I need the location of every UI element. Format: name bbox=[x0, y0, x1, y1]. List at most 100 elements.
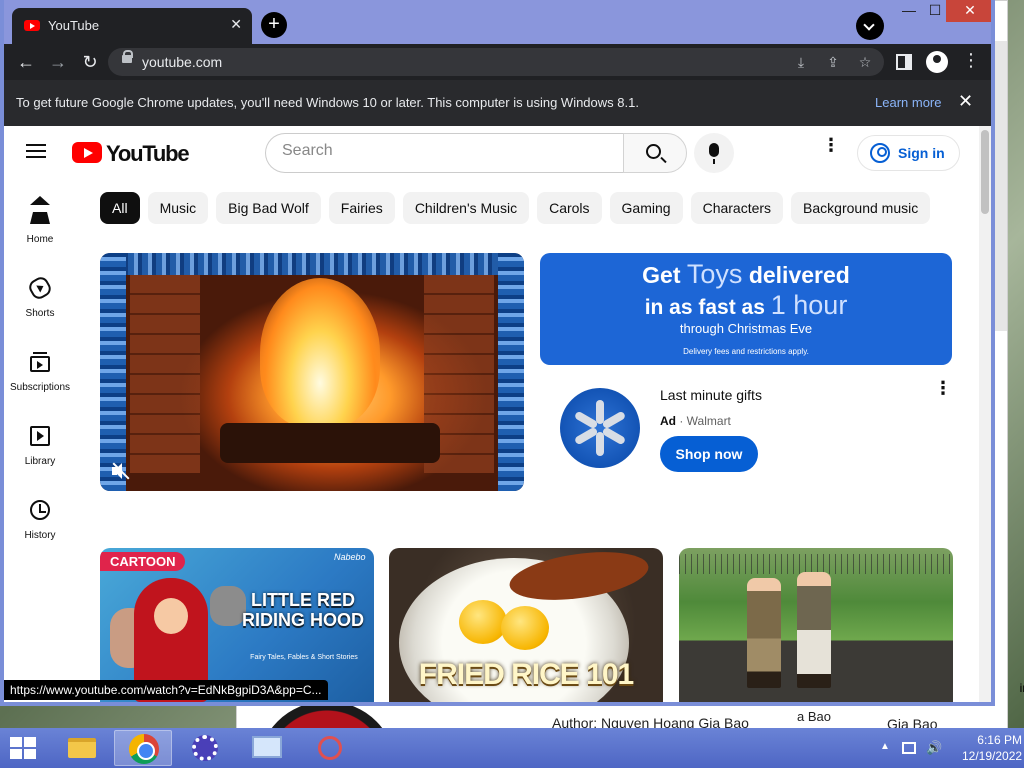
spark-ray bbox=[596, 432, 604, 456]
featured-video-fireplace[interactable] bbox=[100, 253, 524, 491]
chrome-window: YouTube ✕ + — ☐ ✕ ← → ↻ youtube.com ⤓ ⇪ … bbox=[0, 0, 995, 706]
taskbar-file-explorer[interactable] bbox=[52, 730, 110, 766]
chip-music[interactable]: Music bbox=[147, 192, 209, 224]
new-tab-button[interactable]: + bbox=[261, 12, 287, 38]
tab-search-button[interactable] bbox=[856, 12, 884, 40]
windows-logo-pane bbox=[24, 749, 36, 759]
reload-button[interactable]: ↻ bbox=[78, 50, 102, 74]
fireplace-bricks bbox=[130, 273, 200, 473]
lock-icon[interactable] bbox=[122, 50, 133, 63]
snipping-tool-icon bbox=[318, 736, 342, 760]
chip-characters[interactable]: Characters bbox=[690, 192, 784, 224]
girl-face bbox=[154, 598, 188, 634]
ad-separator: · bbox=[676, 414, 687, 428]
ad-more-icon[interactable]: ⋮ bbox=[934, 379, 952, 397]
start-button[interactable] bbox=[10, 737, 36, 759]
microphone-icon bbox=[709, 143, 719, 164]
guide-item-history[interactable]: History bbox=[4, 500, 76, 570]
person-figure bbox=[747, 578, 781, 688]
search-icon bbox=[646, 144, 661, 159]
guide-item-label: Subscriptions bbox=[9, 382, 71, 393]
tab-close-icon[interactable]: ✕ bbox=[230, 16, 242, 33]
library-icon bbox=[30, 426, 50, 446]
chip-childrens-music[interactable]: Children's Music bbox=[402, 192, 530, 224]
learn-more-link[interactable]: Learn more bbox=[875, 95, 941, 110]
garland-decoration bbox=[100, 253, 524, 275]
person-figure bbox=[797, 572, 831, 688]
page-scrollbar[interactable] bbox=[979, 126, 991, 702]
side-panel-icon[interactable] bbox=[896, 54, 912, 70]
address-bar[interactable]: youtube.com ⤓ ⇪ ☆ bbox=[108, 48, 884, 76]
thumbnail-title: FRIED RICE 101 bbox=[418, 658, 634, 691]
chip-background-music[interactable]: Background music bbox=[791, 192, 931, 224]
settings-more-icon[interactable]: ⋮ bbox=[822, 136, 840, 154]
display-icon bbox=[252, 736, 282, 758]
ad-badge: Ad bbox=[660, 414, 676, 428]
infobar-message: To get future Google Chrome updates, you… bbox=[16, 95, 639, 110]
browser-toolbar: ← → ↻ youtube.com ⤓ ⇪ ☆ ⋮ bbox=[4, 44, 991, 80]
taskbar-snipping-tool[interactable] bbox=[300, 730, 358, 766]
system-tray: ▲ 🔊 6:16 PM 12/19/2022 bbox=[864, 728, 1024, 768]
search-input[interactable] bbox=[282, 142, 602, 160]
guide-menu-icon[interactable] bbox=[26, 144, 46, 158]
sign-in-button[interactable]: Sign in bbox=[857, 135, 960, 171]
youtube-play-icon bbox=[72, 142, 102, 163]
gear-icon bbox=[192, 735, 218, 761]
ad-title[interactable]: Last minute gifts bbox=[660, 387, 762, 403]
shop-now-button[interactable]: Shop now bbox=[660, 436, 758, 472]
scrollbar-thumb[interactable] bbox=[981, 130, 989, 214]
volume-icon[interactable]: 🔊 bbox=[926, 740, 942, 756]
chip-carols[interactable]: Carols bbox=[537, 192, 602, 224]
ad-meta: Ad · Walmart bbox=[660, 414, 731, 428]
guide-item-subscriptions[interactable]: Subscriptions bbox=[4, 352, 76, 422]
spark-ray bbox=[573, 426, 599, 446]
mute-slash bbox=[112, 462, 130, 480]
guide-item-shorts[interactable]: Shorts bbox=[4, 274, 76, 348]
guide-item-library[interactable]: Library bbox=[4, 426, 76, 496]
video-thumbnail-zookeepers[interactable] bbox=[679, 548, 953, 702]
channel-brand: Nabebo bbox=[334, 552, 366, 562]
taskbar-display[interactable] bbox=[238, 730, 296, 766]
search-box[interactable] bbox=[265, 133, 623, 173]
chrome-icon bbox=[129, 734, 159, 764]
network-icon[interactable] bbox=[902, 742, 916, 754]
chip-big-bad-wolf[interactable]: Big Bad Wolf bbox=[216, 192, 321, 224]
filter-chip-bar: All Music Big Bad Wolf Fairies Children's Mu… bbox=[100, 192, 972, 224]
search-button[interactable] bbox=[623, 133, 687, 173]
tab-youtube[interactable]: YouTube ✕ bbox=[12, 8, 252, 44]
infobar-close-icon[interactable]: ✕ bbox=[958, 91, 973, 112]
windows-logo-pane bbox=[10, 749, 22, 759]
windows-logo-pane bbox=[24, 737, 36, 747]
subscriptions-icon bbox=[30, 352, 50, 372]
share-icon[interactable]: ⇪ bbox=[824, 53, 842, 71]
video-thumbnail-red-riding-hood[interactable]: CARTOON Nabebo LITTLE RED RIDING HOOD Fa… bbox=[100, 548, 374, 702]
url-text[interactable]: youtube.com bbox=[142, 54, 222, 70]
close-window-button[interactable]: ✕ bbox=[946, 0, 991, 22]
chip-gaming[interactable]: Gaming bbox=[609, 192, 683, 224]
forward-button[interactable]: → bbox=[46, 50, 70, 74]
clock-time: 6:16 PM bbox=[977, 733, 1022, 747]
install-icon[interactable]: ⤓ bbox=[792, 53, 810, 71]
walmart-spark-logo[interactable] bbox=[560, 388, 640, 468]
guide-item-label: Shorts bbox=[25, 308, 55, 319]
taskbar-chrome[interactable] bbox=[114, 730, 172, 766]
guide-item-home[interactable]: Home bbox=[4, 196, 76, 274]
chip-fairies[interactable]: Fairies bbox=[328, 192, 395, 224]
chrome-menu-icon[interactable]: ⋮ bbox=[962, 50, 980, 71]
ad-banner[interactable]: Get Toys delivered in as fast as 1 hour … bbox=[540, 253, 952, 365]
fire-logs bbox=[220, 423, 440, 463]
chip-all[interactable]: All bbox=[100, 192, 140, 224]
youtube-page: YouTube ⋮ Sign in Home Shorts Subscripti… bbox=[4, 126, 991, 702]
ad-advertiser: Walmart bbox=[686, 414, 731, 428]
back-button[interactable]: ← bbox=[14, 50, 38, 74]
video-thumbnail-fried-rice[interactable]: FRIED RICE 101 bbox=[389, 548, 663, 702]
taskbar-settings[interactable] bbox=[176, 730, 234, 766]
background-table-cell: a Bao bbox=[797, 709, 831, 724]
profile-avatar-icon[interactable] bbox=[926, 51, 948, 73]
clock[interactable]: 6:16 PM 12/19/2022 bbox=[962, 732, 1022, 764]
ad-headline-line2: in as fast as 1 hour bbox=[644, 290, 848, 320]
mute-icon[interactable] bbox=[112, 462, 130, 480]
bookmark-star-icon[interactable]: ☆ bbox=[856, 53, 874, 71]
show-hidden-icons-icon[interactable]: ▲ bbox=[880, 741, 890, 752]
voice-search-button[interactable] bbox=[694, 133, 734, 173]
